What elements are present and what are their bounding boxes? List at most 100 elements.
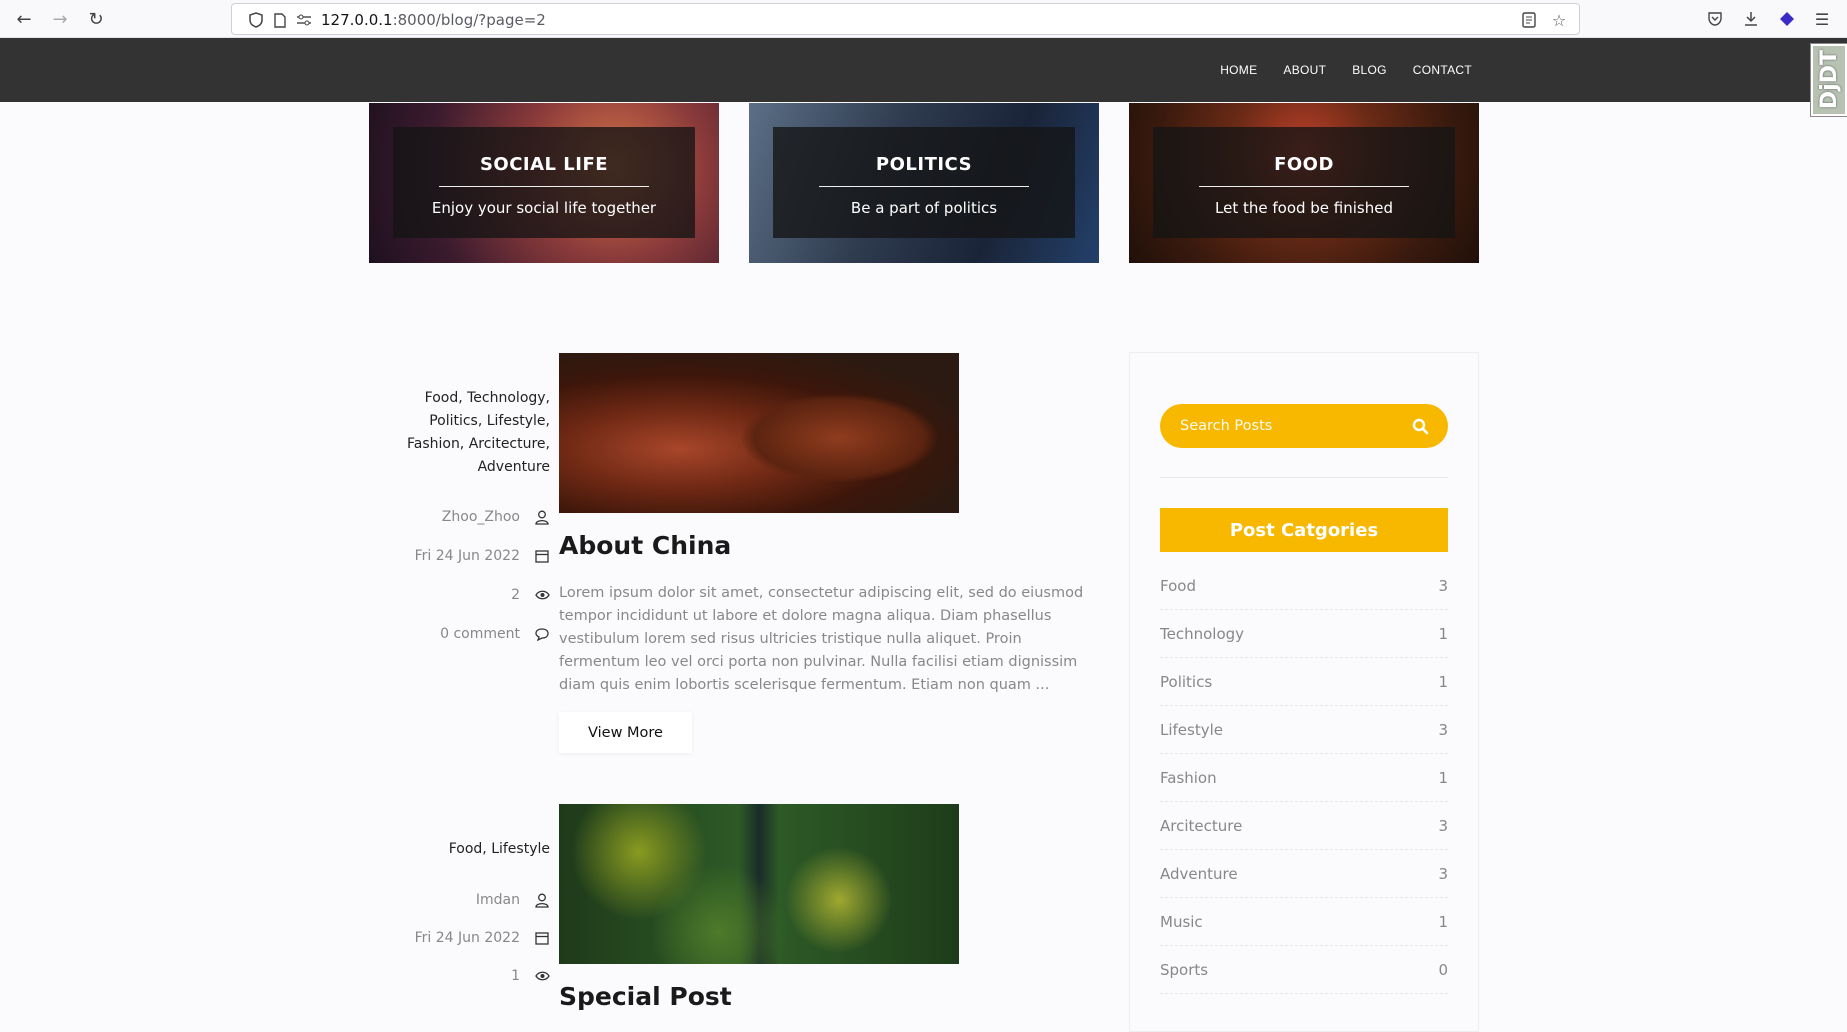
category-name: Music (1160, 912, 1203, 931)
comment-icon (534, 626, 550, 642)
views-count: 2 (511, 587, 520, 603)
eye-icon (534, 587, 550, 603)
extension-icon[interactable] (1775, 7, 1799, 31)
category-name: Fashion (1160, 768, 1217, 787)
tile-card: SOCIAL LIFE Enjoy your social life toget… (393, 127, 695, 238)
tile-subtitle: Enjoy your social life together (431, 199, 657, 217)
tile-divider (439, 186, 649, 187)
views-count: 1 (511, 968, 520, 984)
reader-view-icon[interactable] (1519, 10, 1539, 30)
tile-subtitle: Be a part of politics (850, 199, 998, 217)
tile-card: FOOD Let the food be finished (1153, 127, 1455, 238)
nav-about[interactable]: ABOUT (1283, 63, 1326, 77)
sidebar: Post Catgories Food 3 Technology 1 Politic… (1129, 352, 1479, 1032)
url-host: 127.0.0.1 (321, 11, 393, 29)
categories-heading: Post Catgories (1160, 508, 1448, 552)
category-item[interactable]: Food 3 (1160, 562, 1448, 610)
url-path: :8000/blog/?page=2 (392, 11, 546, 29)
search-icon[interactable] (1410, 416, 1430, 436)
address-bar[interactable]: 127.0.0.1:8000/blog/?page=2 ☆ (231, 3, 1580, 35)
view-more-button[interactable]: View More (559, 712, 692, 753)
category-line[interactable]: Fashion, Arcitecture, (380, 433, 550, 456)
date-text: Fri 24 Jun 2022 (414, 548, 520, 564)
user-icon (534, 892, 550, 908)
post-categories: Food, Technology, Politics, Lifestyle, F… (380, 387, 550, 479)
tile-subtitle: Let the food be finished (1215, 199, 1393, 217)
post-excerpt: Lorem ipsum dolor sit amet, consectetur … (559, 585, 1084, 693)
nav-home[interactable]: HOME (1220, 63, 1257, 77)
category-count: 3 (1438, 864, 1448, 883)
comments-count[interactable]: 0 comment (440, 626, 520, 642)
post-views: 1 (511, 968, 550, 984)
tile-title: POLITICS (875, 154, 973, 175)
calendar-icon (534, 548, 550, 564)
category-item[interactable]: Politics 1 (1160, 658, 1448, 706)
calendar-icon (534, 930, 550, 946)
reload-icon[interactable]: ↻ (83, 6, 109, 32)
post-author: Imdan (476, 892, 550, 908)
category-line[interactable]: Adventure (380, 456, 550, 479)
category-name: Lifestyle (1160, 720, 1224, 739)
nav-blog[interactable]: BLOG (1352, 63, 1387, 77)
category-item[interactable]: Fashion 1 (1160, 754, 1448, 802)
category-name: Sports (1160, 960, 1209, 979)
menu-icon[interactable]: ☰ (1810, 7, 1834, 31)
category-item[interactable]: Lifestyle 3 (1160, 706, 1448, 754)
shield-icon[interactable] (246, 10, 266, 30)
date-text: Fri 24 Jun 2022 (414, 930, 520, 946)
category-count: 1 (1438, 768, 1448, 787)
category-name: Technology (1160, 624, 1245, 643)
category-count: 3 (1438, 720, 1448, 739)
post-title[interactable]: About China (559, 531, 731, 560)
category-count: 1 (1438, 912, 1448, 931)
browser-toolbar: ← → ↻ 127.0.0.1:8000/blog/?page=2 ☆ ☰ (0, 0, 1847, 38)
post-meta: Food, Lifestyle Imdan Fri 24 Jun 2022 1 (380, 838, 550, 998)
bookmark-star-icon[interactable]: ☆ (1549, 10, 1569, 30)
category-count: 1 (1438, 672, 1448, 691)
category-name: Food (1160, 576, 1196, 595)
page-icon (270, 10, 290, 30)
category-count: 3 (1438, 816, 1448, 835)
author-name[interactable]: Zhoo_Zhoo (442, 509, 520, 525)
category-line[interactable]: Politics, Lifestyle, (380, 410, 550, 433)
category-item[interactable]: Arcitecture 3 (1160, 802, 1448, 850)
search-form (1160, 404, 1448, 448)
post-date: Fri 24 Jun 2022 (415, 548, 550, 564)
category-item[interactable]: Technology 1 (1160, 610, 1448, 658)
author-name[interactable]: Imdan (476, 892, 520, 908)
debug-toolbar-handle[interactable]: DjDT (1810, 43, 1847, 117)
post-views: 2 (511, 587, 550, 603)
url-text[interactable]: 127.0.0.1:8000/blog/?page=2 (321, 11, 546, 29)
category-count: 1 (1438, 624, 1448, 643)
tile-social-life[interactable]: SOCIAL LIFE Enjoy your social life toget… (369, 103, 719, 263)
tile-politics[interactable]: POLITICS Be a part of politics (749, 103, 1099, 263)
post-image[interactable] (559, 353, 959, 513)
downloads-icon[interactable] (1739, 7, 1763, 31)
tile-title: FOOD (1274, 154, 1334, 175)
category-item[interactable]: Adventure 3 (1160, 850, 1448, 898)
category-item[interactable]: Music 1 (1160, 898, 1448, 946)
sidebar-divider (1160, 477, 1448, 478)
nav-contact[interactable]: CONTACT (1413, 63, 1472, 77)
forward-icon[interactable]: → (47, 6, 73, 32)
user-icon (534, 509, 550, 525)
post-image[interactable] (559, 804, 959, 964)
main-nav: HOME ABOUT BLOG CONTACT (1220, 38, 1472, 102)
pocket-icon[interactable] (1703, 7, 1727, 31)
category-line[interactable]: Food, Technology, (380, 387, 550, 410)
tile-card: POLITICS Be a part of politics (773, 127, 1075, 238)
category-item[interactable]: Sports 0 (1160, 946, 1448, 994)
post-meta: Food, Technology, Politics, Lifestyle, F… (380, 387, 550, 687)
connection-icon[interactable] (294, 10, 314, 30)
category-name: Politics (1160, 672, 1213, 691)
post-categories: Food, Lifestyle (380, 838, 550, 861)
search-input[interactable] (1180, 404, 1400, 448)
category-name: Adventure (1160, 864, 1238, 883)
category-line[interactable]: Food, Lifestyle (380, 838, 550, 861)
category-count: 3 (1438, 576, 1448, 595)
tile-food[interactable]: FOOD Let the food be finished (1129, 103, 1479, 263)
category-count: 0 (1438, 960, 1448, 979)
post-comments: 0 comment (440, 626, 550, 642)
back-icon[interactable]: ← (11, 6, 37, 32)
tile-divider (819, 186, 1029, 187)
